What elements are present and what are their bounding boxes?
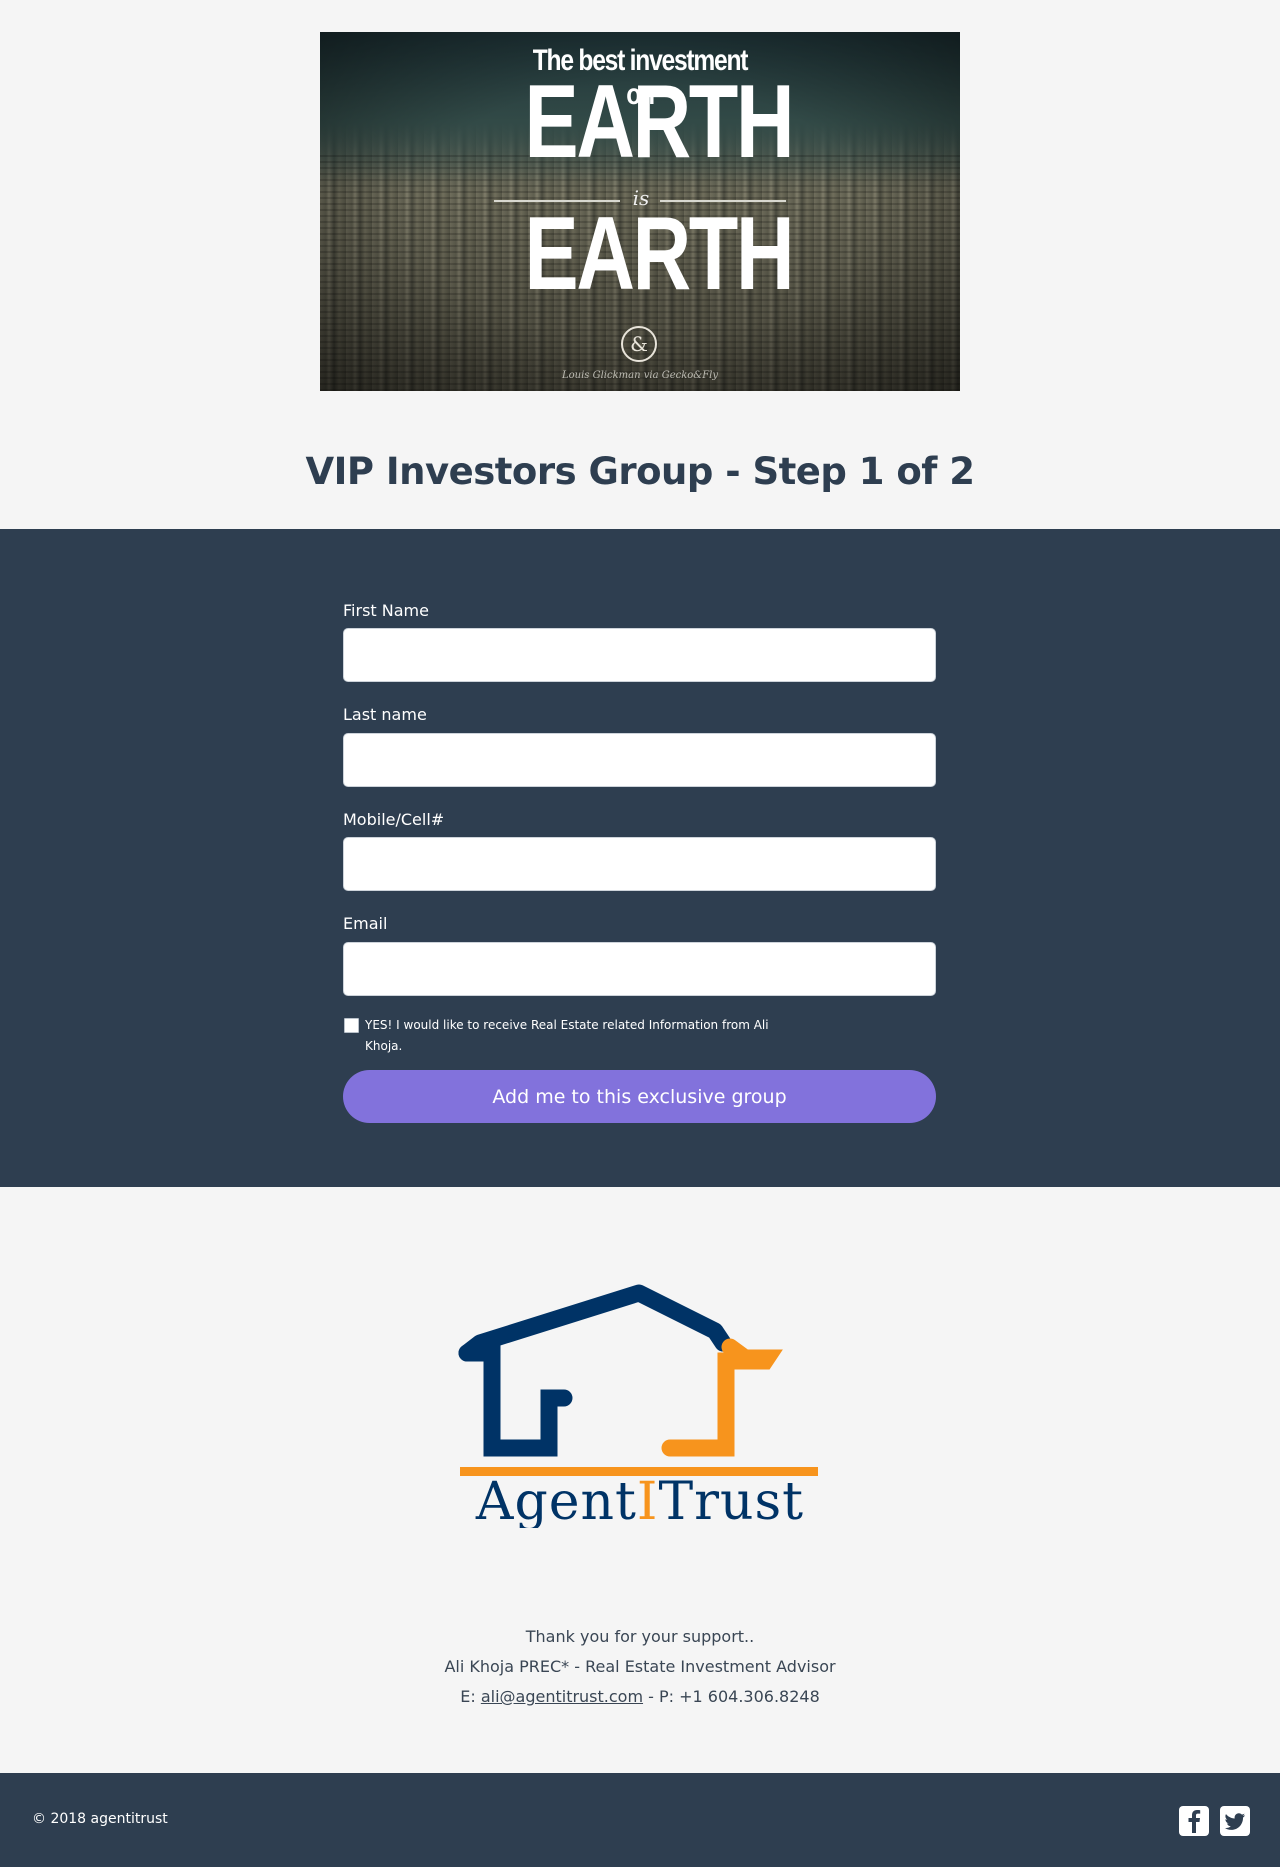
first-name-label: First Name — [343, 601, 429, 620]
email-input[interactable] — [343, 942, 936, 996]
hero-section: The best investment on EARTH is EARTH & … — [0, 0, 1280, 529]
contact-info: Thank you for your support.. Ali Khoja P… — [0, 1622, 1280, 1712]
advisor-title: Ali Khoja PREC* - Real Estate Investment… — [444, 1657, 836, 1676]
mobile-label: Mobile/Cell# — [343, 810, 445, 829]
hero-quote-earth-top: EARTH — [524, 64, 795, 180]
logo-word-agent: Agent — [475, 1472, 637, 1528]
social-links — [1179, 1806, 1250, 1836]
ampersand-emblem-icon: & — [621, 326, 657, 362]
twitter-icon — [1224, 1813, 1245, 1830]
email-prefix: E: — [460, 1687, 481, 1706]
hero-quote-attribution: Louis Glickman via Gecko&Fly — [562, 370, 718, 381]
email-link[interactable]: ali@agentitrust.com — [481, 1687, 643, 1706]
footer: © 2018 agentitrust — [0, 1773, 1280, 1867]
logo-word-trust: Trust — [658, 1472, 804, 1528]
agentitrust-logo: AgentITrust — [440, 1283, 840, 1532]
hero-banner-image: The best investment on EARTH is EARTH & … — [320, 32, 960, 391]
consent-label[interactable]: YES! I would like to receive Real Estate… — [365, 1015, 805, 1057]
signup-form-section: First Name Last name Mobile/Cell# Email … — [0, 529, 1280, 1187]
copyright-text: © 2018 agentitrust — [32, 1811, 168, 1827]
first-name-input[interactable] — [343, 628, 936, 682]
twitter-link[interactable] — [1220, 1806, 1250, 1836]
phone-text: - P: +1 604.306.8248 — [643, 1687, 820, 1706]
last-name-label: Last name — [343, 705, 427, 724]
email-label: Email — [343, 914, 388, 933]
thank-you-text: Thank you for your support.. — [525, 1627, 755, 1646]
submit-button[interactable]: Add me to this exclusive group — [343, 1070, 936, 1123]
house-logo-icon: AgentITrust — [458, 1284, 818, 1532]
last-name-input[interactable] — [343, 733, 936, 787]
svg-text:AgentITrust: AgentITrust — [475, 1472, 804, 1528]
logo-word-i: I — [637, 1472, 659, 1528]
facebook-link[interactable] — [1179, 1806, 1209, 1836]
hero-quote-earth-bottom: EARTH — [524, 196, 795, 312]
facebook-icon — [1188, 1810, 1201, 1833]
contact-line: E: ali@agentitrust.com - P: +1 604.306.8… — [0, 1682, 1280, 1712]
consent-checkbox[interactable] — [344, 1018, 359, 1033]
page-title: VIP Investors Group - Step 1 of 2 — [305, 450, 975, 493]
mobile-input[interactable] — [343, 837, 936, 891]
